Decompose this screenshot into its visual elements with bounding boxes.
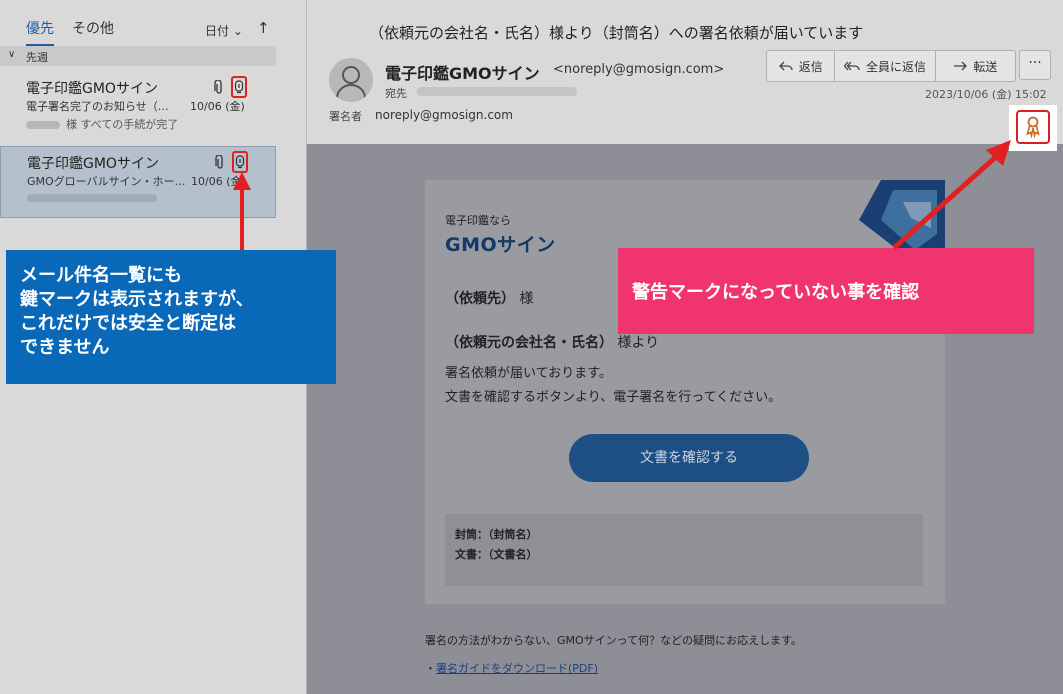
chevron-down-icon: ⌄: [232, 24, 243, 38]
person-icon: [336, 66, 366, 99]
callout-line: 鍵マークは表示されますが、: [20, 289, 254, 310]
message-sender: 電子印鑑GMOサイン: [27, 156, 159, 172]
group-header-last-week[interactable]: ∨ 先週: [0, 46, 276, 66]
message-preview: 様 すべての手続が完了: [26, 116, 178, 132]
recipient-line: （依頼先） 様: [445, 288, 533, 308]
message-header: （依頼元の会社名・氏名）様より（封筒名）への署名依頼が届いています 電子印鑑GM…: [307, 0, 1063, 144]
email-subject: （依頼元の会社名・氏名）様より（封筒名）への署名依頼が届いています: [369, 24, 864, 42]
reply-all-label: 全員に返信: [866, 59, 927, 74]
message-preview-text: 様 すべての手続が完了: [66, 118, 179, 131]
brand-tagline: 電子印鑑なら: [445, 214, 511, 227]
avatar: [329, 58, 373, 102]
list-item[interactable]: 電子印鑑GMOサイン 電子署名完了のお知らせ（… 10/06 (金) 様 すべて…: [0, 72, 276, 144]
list-item-selected[interactable]: 電子印鑑GMOサイン GMOグローバルサイン・ホー… 10/06 (金): [0, 146, 276, 218]
chevron-down-icon: ∨: [8, 49, 16, 60]
reply-label: 返信: [798, 59, 823, 74]
sort-by-date-button[interactable]: 日付 ⌄: [205, 22, 243, 39]
redacted-preview: [27, 194, 157, 202]
guide-download-link[interactable]: 署名ガイドをダウンロード(PDF): [436, 662, 598, 675]
callout-check-badge: 警告マークになっていない事を確認: [618, 248, 1034, 334]
certificate-badge[interactable]: [1009, 105, 1057, 151]
signer-label: 署名者: [329, 110, 362, 123]
recipient-suffix: 様: [519, 291, 534, 307]
signer-email: noreply@gmosign.com: [375, 108, 513, 122]
to-label: 宛先: [385, 87, 407, 100]
confirm-document-button[interactable]: 文書を確認する: [569, 434, 809, 482]
document-info-box: 封筒：（封筒名） 文書：（文書名）: [445, 514, 923, 586]
message-preview: [27, 191, 163, 204]
callout-line: できません: [20, 337, 110, 358]
message-subject: GMOグローバルサイン・ホー…: [27, 175, 186, 188]
reply-all-button[interactable]: 全員に返信: [835, 51, 936, 81]
reading-pane: （依頼元の会社名・氏名）様より（封筒名）への署名依頼が届いています 電子印鑑GM…: [307, 0, 1063, 694]
callout-text: 警告マークになっていない事を確認: [632, 282, 920, 303]
reply-button[interactable]: 返信: [767, 51, 836, 81]
tab-focused[interactable]: 優先: [26, 18, 54, 46]
guide-link-row: ・署名ガイドをダウンロード(PDF): [425, 660, 598, 676]
lock-icon: [232, 151, 248, 173]
group-label: 先週: [26, 51, 48, 64]
envelope-name: 封筒：（封筒名）: [455, 528, 538, 541]
certificate-ribbon-icon: [1026, 116, 1040, 138]
requester-suffix: 様より: [617, 335, 660, 351]
sender-email: <noreply@gmosign.com>: [553, 62, 725, 77]
sort-direction-button[interactable]: ↑: [257, 19, 270, 37]
sort-label: 日付: [205, 24, 230, 38]
message-subject: 電子署名完了のお知らせ（…: [26, 100, 169, 113]
reply-icon: [778, 61, 793, 71]
forward-button[interactable]: 転送: [936, 51, 1015, 81]
body-text-line: 署名依頼が届いております。: [445, 366, 612, 381]
email-datetime: 2023/10/06 (金) 15:02: [925, 88, 1047, 101]
paperclip-icon: [215, 154, 225, 174]
reply-actions: 返信 全員に返信 転送: [766, 50, 1016, 82]
callout-line: これだけでは安全と断定は: [20, 313, 236, 334]
redacted-recipient: [417, 87, 577, 96]
document-name: 文書：（文書名）: [455, 548, 538, 561]
more-actions-button[interactable]: ···: [1019, 50, 1051, 80]
gmo-sign-logo: GMOサイン: [445, 234, 556, 256]
inbox-tabs: 優先 その他 日付 ⌄ ↑: [0, 0, 306, 46]
message-date: 10/06 (金): [191, 175, 246, 188]
recipient-name: （依頼先）: [445, 291, 515, 307]
email-body-card: 電子印鑑なら GMOサイン （依頼先） 様 （依頼元の会社名・氏名） 様より 署…: [425, 180, 945, 604]
bullet: ・: [425, 662, 436, 675]
sender-name[interactable]: 電子印鑑GMOサイン: [385, 60, 540, 84]
message-date: 10/06 (金): [190, 100, 245, 113]
body-text-line: 文書を確認するボタンより、電子署名を行ってください。: [445, 390, 782, 405]
requester-name: （依頼元の会社名・氏名）: [445, 335, 613, 351]
reply-all-icon: [844, 61, 860, 71]
requester-line: （依頼元の会社名・氏名） 様より: [445, 332, 659, 352]
paperclip-icon: [214, 79, 224, 99]
tab-other[interactable]: その他: [72, 18, 114, 38]
redacted-name: [26, 121, 60, 129]
callout-lock-warning: メール件名一覧にも 鍵マークは表示されますが、 これだけでは安全と断定は できま…: [6, 250, 336, 384]
forward-icon: [954, 61, 968, 71]
lock-icon: [231, 76, 247, 98]
callout-line: メール件名一覧にも: [20, 265, 182, 286]
forward-label: 転送: [973, 59, 998, 74]
help-text: 署名の方法がわからない、GMOサインって何？などの疑問にお応えします。: [425, 634, 803, 647]
message-sender: 電子印鑑GMOサイン: [26, 81, 158, 97]
